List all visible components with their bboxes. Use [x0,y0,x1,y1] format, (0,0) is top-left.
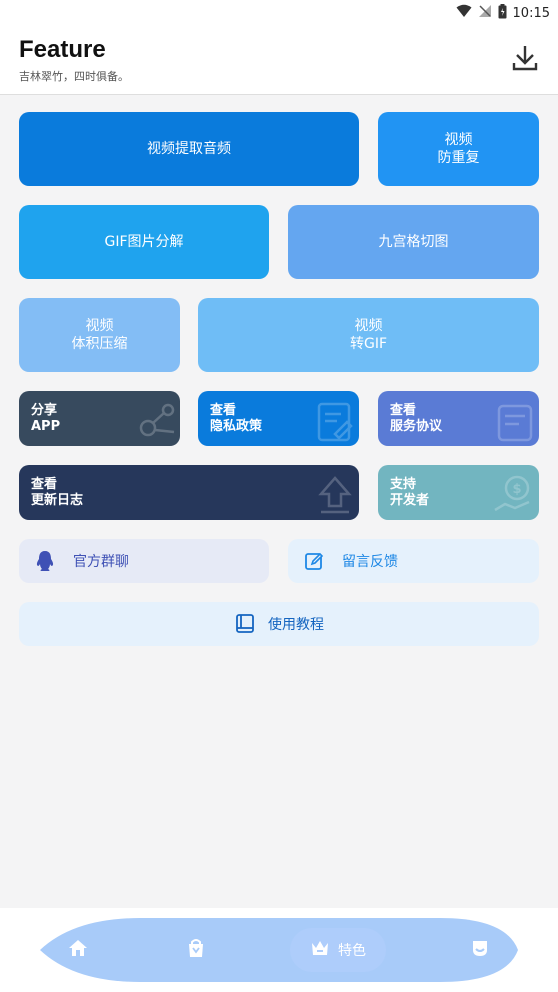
status-time: 10:15 [512,5,550,21]
share-icon [134,400,176,446]
video-compress-label-line1: 视频 [85,318,114,334]
nav-feature-tab[interactable]: 特色 [290,928,386,972]
service-agreement-label-line2: 服务协议 [390,419,443,434]
nav-profile-button[interactable] [468,938,492,962]
edit-note-icon [315,398,355,446]
share-app-label-line1: 分享 [31,403,58,418]
download-icon[interactable] [512,44,538,72]
gif-split-label: GIF图片分解 [104,234,184,250]
tutorial-button[interactable]: 使用教程 [19,602,539,646]
privacy-policy-label-line2: 隐私政策 [210,419,263,434]
support-developer-button[interactable]: 支持 开发者 $ [378,465,539,520]
changelog-label-line1: 查看 [31,477,58,492]
changelog-button[interactable]: 查看 更新日志 [19,465,359,520]
bag-icon [186,938,206,962]
nine-grid-label: 九宫格切图 [378,234,449,250]
battery-icon [498,3,507,23]
video-dedup-label-line1: 视频 [444,132,473,148]
edit-icon [304,551,324,571]
nav-home-button[interactable] [66,938,90,962]
privacy-policy-button[interactable]: 查看 隐私政策 [198,391,359,446]
document-icon [495,398,535,446]
official-group-chat-label: 官方群聊 [73,554,129,570]
wifi-icon [456,4,472,22]
upload-icon [315,472,355,520]
crown-icon [310,939,330,961]
gif-split-button[interactable]: GIF图片分解 [19,205,269,279]
book-icon [234,613,256,635]
support-developer-label-line1: 支持 [390,477,417,492]
money-icon: $ [493,472,535,520]
extract-audio-label: 视频提取音频 [147,141,231,157]
support-developer-label-line2: 开发者 [390,493,430,508]
nav-feature-label: 特色 [338,943,366,959]
service-agreement-label-line1: 查看 [390,403,417,418]
official-group-chat-button[interactable]: 官方群聊 [19,539,269,583]
extract-audio-button[interactable]: 视频提取音频 [19,112,359,186]
feedback-label: 留言反馈 [342,554,398,570]
page-title: Feature [19,36,106,63]
video-to-gif-label-line1: 视频 [354,318,383,334]
changelog-label-line2: 更新日志 [31,493,84,508]
video-dedup-label-line2: 防重复 [437,150,480,166]
video-compress-button[interactable]: 视频 体积压缩 [19,298,180,372]
video-to-gif-button[interactable]: 视频 转GIF [198,298,539,372]
privacy-policy-label-line1: 查看 [210,403,237,418]
home-icon [68,939,88,961]
video-compress-label-line2: 体积压缩 [71,336,128,352]
qq-icon [35,550,55,572]
tutorial-label: 使用教程 [268,617,324,633]
video-to-gif-label-line2: 转GIF [349,336,388,352]
profile-icon [470,938,490,962]
nav-shop-button[interactable] [184,938,208,962]
bottom-nav: 特色 [0,908,558,992]
status-icons: 10:15 [456,3,550,23]
nine-grid-button[interactable]: 九宫格切图 [288,205,539,279]
svg-text:$: $ [512,482,521,497]
app-header: Feature 吉林翠竹，四时俱备。 [0,26,558,95]
service-agreement-button[interactable]: 查看 服务协议 [378,391,539,446]
feedback-button[interactable]: 留言反馈 [288,539,539,583]
page-subtitle: 吉林翠竹，四时俱备。 [19,70,129,83]
share-app-button[interactable]: 分享 APP [19,391,180,446]
share-app-label-line2: APP [31,419,61,434]
video-dedup-button[interactable]: 视频 防重复 [378,112,539,186]
status-bar: 10:15 [0,0,558,26]
no-signal-icon [478,4,492,22]
